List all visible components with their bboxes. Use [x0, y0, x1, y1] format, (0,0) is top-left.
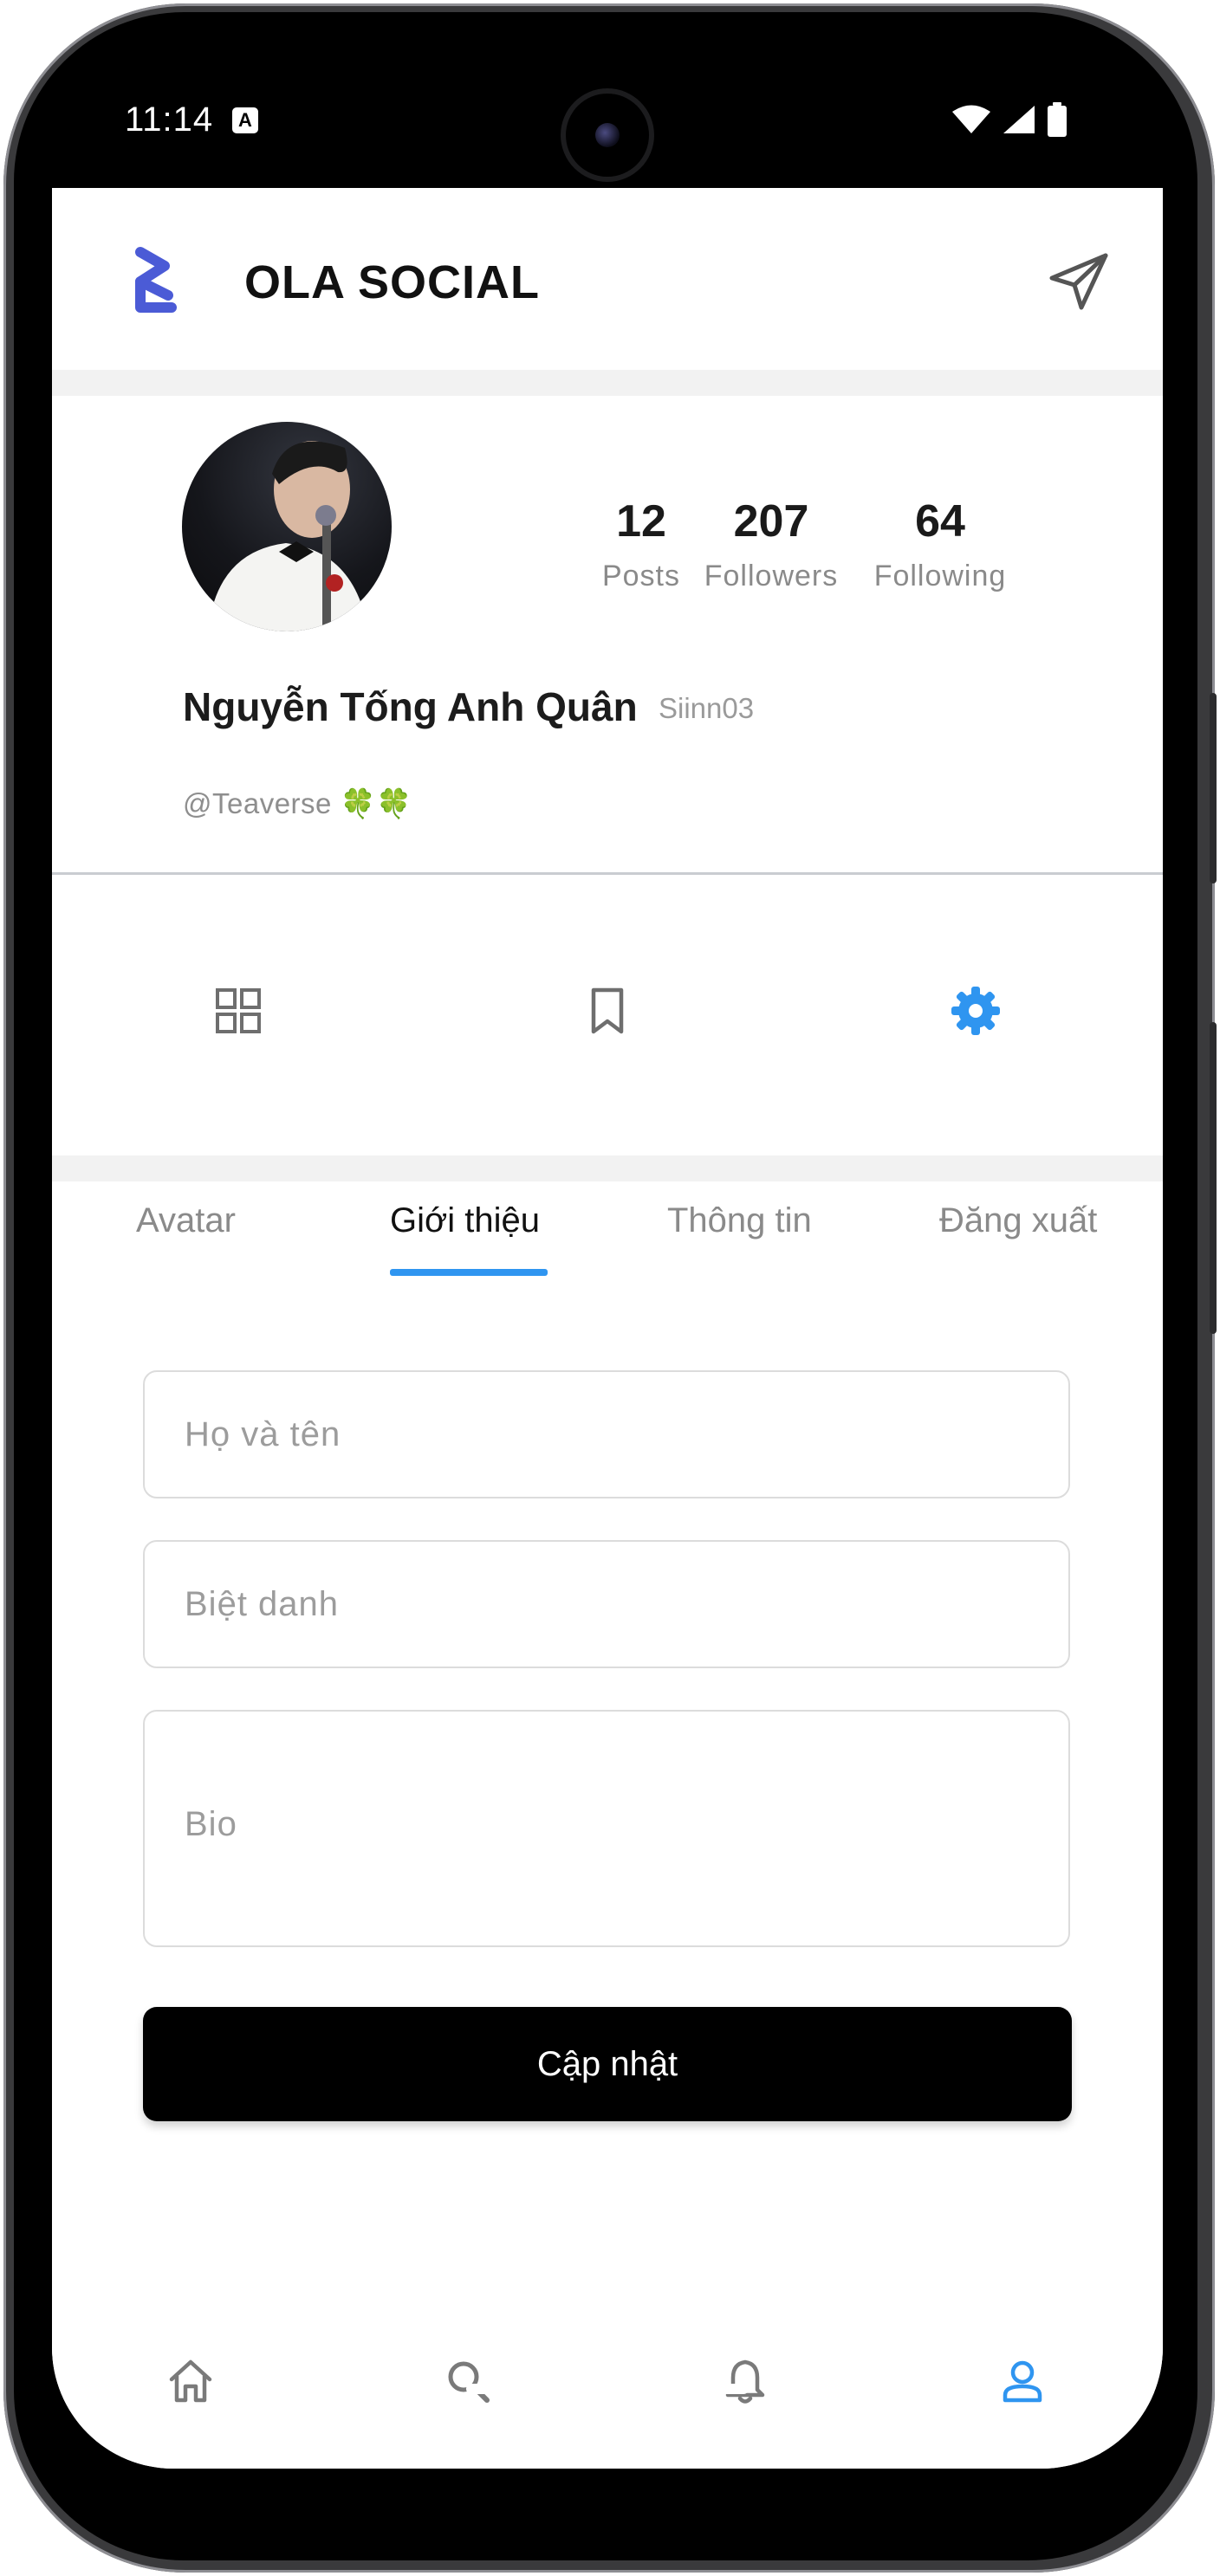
tab-avatar[interactable]: Avatar	[136, 1201, 236, 1240]
wifi-icon	[952, 105, 990, 133]
user-icon[interactable]	[996, 2355, 1048, 2407]
bio-input[interactable]	[145, 1712, 1068, 1945]
active-tab-indicator	[390, 1269, 548, 1276]
avatar[interactable]	[182, 422, 392, 631]
volume-button	[1210, 693, 1217, 883]
app-screen: OLA SOCIAL 12 Posts 207 Followers 64 Fol…	[52, 188, 1163, 2469]
nickname-input[interactable]	[145, 1542, 1068, 1667]
bio-field	[143, 1710, 1070, 1947]
signal-icon	[1003, 106, 1035, 133]
ola-logo-icon[interactable]	[130, 245, 180, 316]
settings-tabs: Avatar Giới thiệu Thông tin Đăng xuất	[52, 1149, 1163, 1276]
home-indicator[interactable]	[466, 2384, 749, 2394]
stat-value: 207	[733, 496, 809, 547]
stat-label: Followers	[704, 560, 839, 592]
status-icons	[951, 102, 1068, 137]
status-time: 11:14	[125, 100, 214, 139]
profile-full-name: Nguyễn Tống Anh Quân	[183, 684, 638, 729]
profile-bio: @Teaverse 🍀🍀	[183, 787, 412, 819]
full-name-field	[143, 1370, 1070, 1498]
stat-value: 64	[915, 496, 965, 547]
stat-followers[interactable]: 207 Followers	[685, 495, 858, 593]
search-icon[interactable]	[442, 2355, 494, 2407]
power-button	[1210, 1022, 1217, 1334]
stat-posts[interactable]: 12 Posts	[594, 495, 689, 593]
send-icon[interactable]	[1045, 247, 1114, 316]
front-camera	[566, 94, 649, 177]
app-header: OLA SOCIAL	[52, 188, 1163, 370]
app-title: OLA SOCIAL	[244, 256, 540, 308]
home-icon[interactable]	[165, 2355, 217, 2407]
divider	[52, 872, 1163, 875]
screen: 11:14 A OLA SOCIAL 12 Posts 207 Follower…	[52, 52, 1163, 2469]
gear-icon[interactable]	[950, 985, 1002, 1037]
section-separator	[52, 370, 1163, 396]
stat-label: Following	[873, 560, 1007, 592]
bell-icon[interactable]	[719, 2355, 771, 2407]
stat-following[interactable]: 64 Following	[862, 495, 1018, 593]
battery-icon	[1048, 102, 1067, 137]
tab-thong-tin[interactable]: Thông tin	[667, 1201, 812, 1240]
tab-dang-xuat[interactable]: Đăng xuất	[939, 1201, 1097, 1240]
tab-gioi-thieu[interactable]: Giới thiệu	[390, 1201, 540, 1240]
profile-nickname: Siinn03	[659, 692, 755, 724]
update-button[interactable]: Cập nhật	[143, 2007, 1072, 2121]
full-name-input[interactable]	[145, 1372, 1068, 1497]
stat-label: Posts	[601, 560, 681, 592]
avatar-image	[208, 441, 368, 631]
stat-value: 12	[616, 496, 666, 547]
notification-icon: A	[232, 107, 258, 133]
nickname-field	[143, 1540, 1070, 1668]
bookmark-icon[interactable]	[581, 985, 633, 1037]
status-bar: 11:14 A	[52, 52, 1163, 191]
grid-icon[interactable]	[212, 985, 264, 1037]
